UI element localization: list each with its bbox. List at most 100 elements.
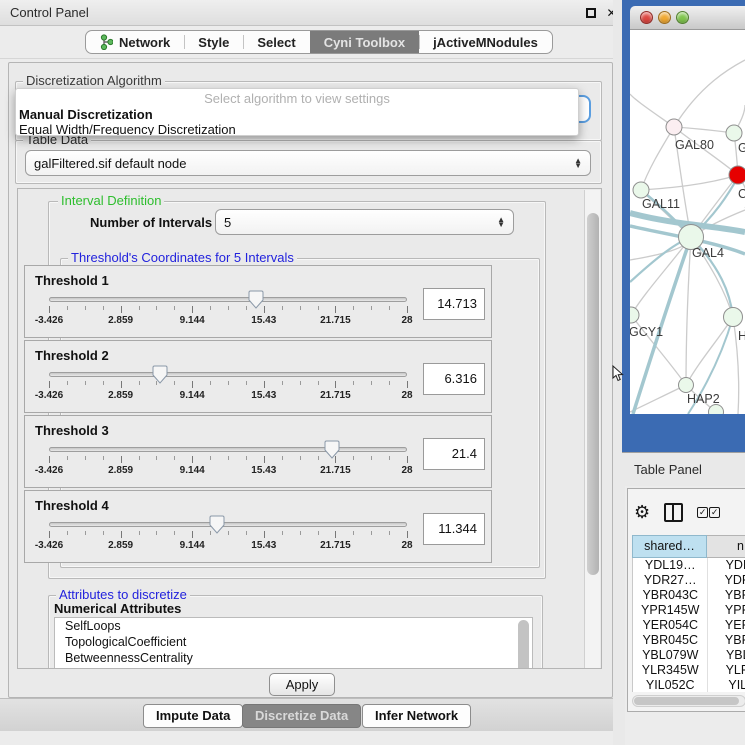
scrollbar-thumb[interactable] [587, 213, 599, 575]
zoom-light[interactable] [676, 11, 689, 24]
dropdown-prompt: Select algorithm to view settings [16, 91, 578, 107]
network-edge[interactable] [641, 175, 738, 190]
minor-tick [282, 531, 283, 535]
table-row[interactable]: YBR045CYBR0 [633, 633, 745, 648]
column-header-shared-name[interactable]: shared… [632, 535, 707, 558]
threshold-slider-thumb[interactable] [209, 515, 225, 534]
network-canvas[interactable]: GAL80GACGAL11GAL4GCY1HHAP2 [630, 30, 745, 414]
threshold-panel-3: Threshold 3-3.4262.8599.14415.4321.71528… [24, 415, 492, 488]
network-edge[interactable] [674, 127, 734, 133]
threshold-title: Threshold 4 [35, 498, 109, 513]
network-node[interactable] [726, 125, 742, 141]
minor-tick [103, 456, 104, 460]
threshold-slider-thumb[interactable] [152, 365, 168, 384]
gear-icon[interactable]: ⚙ [634, 503, 650, 521]
threshold-slider-thumb[interactable] [248, 290, 264, 309]
float-panel-icon[interactable] [586, 7, 599, 20]
threshold-title: Threshold 1 [35, 273, 109, 288]
table-rows: YDL19…YDL1YDR27…YDR2YBR043CYBR0YPR145WYP… [632, 558, 745, 692]
split-view-icon[interactable] [664, 503, 683, 522]
minor-tick [318, 306, 319, 310]
major-tick [335, 531, 336, 538]
minimize-light[interactable] [658, 11, 671, 24]
table-row[interactable]: YDL19…YDL1 [633, 558, 745, 573]
table-horizontal-scrollbar[interactable] [632, 695, 745, 707]
tick-label: 2.859 [93, 465, 149, 476]
settings-vertical-scrollbar[interactable] [584, 190, 600, 668]
threshold-slider-thumb[interactable] [324, 440, 340, 459]
select-columns-icon[interactable]: ✓ ✓ [697, 507, 720, 518]
threshold-value-field[interactable]: 14.713 [423, 288, 485, 320]
bottom-tab-infer-network[interactable]: Infer Network [362, 704, 471, 728]
minor-tick [228, 306, 229, 310]
tick-label: 21.715 [307, 315, 363, 326]
attribute-list-item[interactable]: SelfLoops [55, 618, 532, 634]
tab-jactivemnodules[interactable]: jActiveMNodules [419, 31, 552, 53]
tick-label: 15.43 [236, 315, 292, 326]
network-node[interactable] [679, 378, 694, 393]
scrollbar-thumb[interactable] [518, 620, 529, 669]
attributes-list-scrollbar[interactable] [518, 620, 530, 669]
bottom-tab-impute-data[interactable]: Impute Data [143, 704, 243, 728]
major-tick [49, 381, 50, 388]
table-row[interactable]: YIL052CYIL0 [633, 678, 745, 692]
network-node[interactable] [729, 166, 745, 184]
threshold-value-field[interactable]: 11.344 [423, 513, 485, 545]
table-data-combobox[interactable]: galFiltered.sif default node ▲▼ [25, 150, 591, 176]
major-tick [264, 531, 265, 538]
minor-tick [67, 456, 68, 460]
attribute-list-item[interactable]: TopologicalCoefficient [55, 634, 532, 650]
threshold-slider-track[interactable] [49, 297, 407, 302]
scrollbar-thumb[interactable] [634, 697, 739, 705]
tab-cyni-toolbox[interactable]: Cyni Toolbox [310, 31, 419, 53]
cyni-toolbox-panel: Discretization Algorithm Select algorith… [8, 62, 613, 698]
minor-tick [103, 306, 104, 310]
table-row[interactable]: YBL079WYBL0 [633, 648, 745, 663]
cell-name: YBL0 [707, 648, 745, 663]
minor-tick [389, 531, 390, 535]
apply-button[interactable]: Apply [269, 673, 335, 696]
attribute-list-item[interactable]: BetweennessCentrality [55, 650, 532, 666]
threshold-slider-track[interactable] [49, 522, 407, 527]
settings-scroll-area: Interval Definition Number of Intervals … [17, 188, 602, 669]
column-header-name[interactable]: n [707, 535, 745, 558]
tab-network[interactable]: Network [86, 31, 184, 53]
tab-select[interactable]: Select [243, 31, 309, 53]
tick-label: 15.43 [236, 465, 292, 476]
threshold-value-field[interactable]: 6.316 [423, 363, 485, 395]
table-row[interactable]: YER054CYER0 [633, 618, 745, 633]
dropdown-option-manual[interactable]: Manual Discretization [16, 107, 578, 122]
network-node[interactable] [633, 182, 649, 198]
network-edge[interactable] [641, 127, 674, 190]
top-tab-row: NetworkStyleSelectCyni ToolboxjActiveMNo… [0, 26, 620, 59]
number-of-intervals-spinner[interactable]: 5 ▲▼ [215, 209, 514, 235]
network-node[interactable] [630, 307, 639, 323]
threshold-slider-track[interactable] [49, 372, 407, 377]
threshold-slider-track[interactable] [49, 447, 407, 452]
network-edge[interactable] [686, 237, 691, 385]
numerical-attributes-list[interactable]: SelfLoopsTopologicalCoefficientBetweenne… [54, 617, 533, 669]
table-row[interactable]: YPR145WYPR1 [633, 603, 745, 618]
table-row[interactable]: YDR27…YDR2 [633, 573, 745, 588]
cell-name: YIL0 [707, 678, 745, 692]
minor-tick [67, 531, 68, 535]
table-row[interactable]: YBR043CYBR0 [633, 588, 745, 603]
cell-shared-name: YLR345W [633, 663, 707, 678]
cell-name: YER0 [707, 618, 745, 633]
close-light[interactable] [640, 11, 653, 24]
network-edge[interactable] [631, 237, 691, 315]
dropdown-option-equal-width[interactable]: Equal Width/Frequency Discretization [16, 122, 578, 136]
major-tick [407, 306, 408, 313]
network-node[interactable] [724, 308, 743, 327]
network-node-label: GAL11 [642, 197, 680, 211]
threshold-value-field[interactable]: 21.4 [423, 438, 485, 470]
table-row[interactable]: YLR345WYLR3 [633, 663, 745, 678]
minor-tick [282, 456, 283, 460]
bottom-tab-discretize-data[interactable]: Discretize Data [242, 704, 361, 728]
minor-tick [246, 381, 247, 385]
network-edge[interactable] [674, 60, 745, 127]
tab-style[interactable]: Style [184, 31, 243, 53]
network-edge-highlighted[interactable] [630, 238, 689, 282]
cell-name: YDR2 [707, 573, 745, 588]
network-node[interactable] [666, 119, 682, 135]
